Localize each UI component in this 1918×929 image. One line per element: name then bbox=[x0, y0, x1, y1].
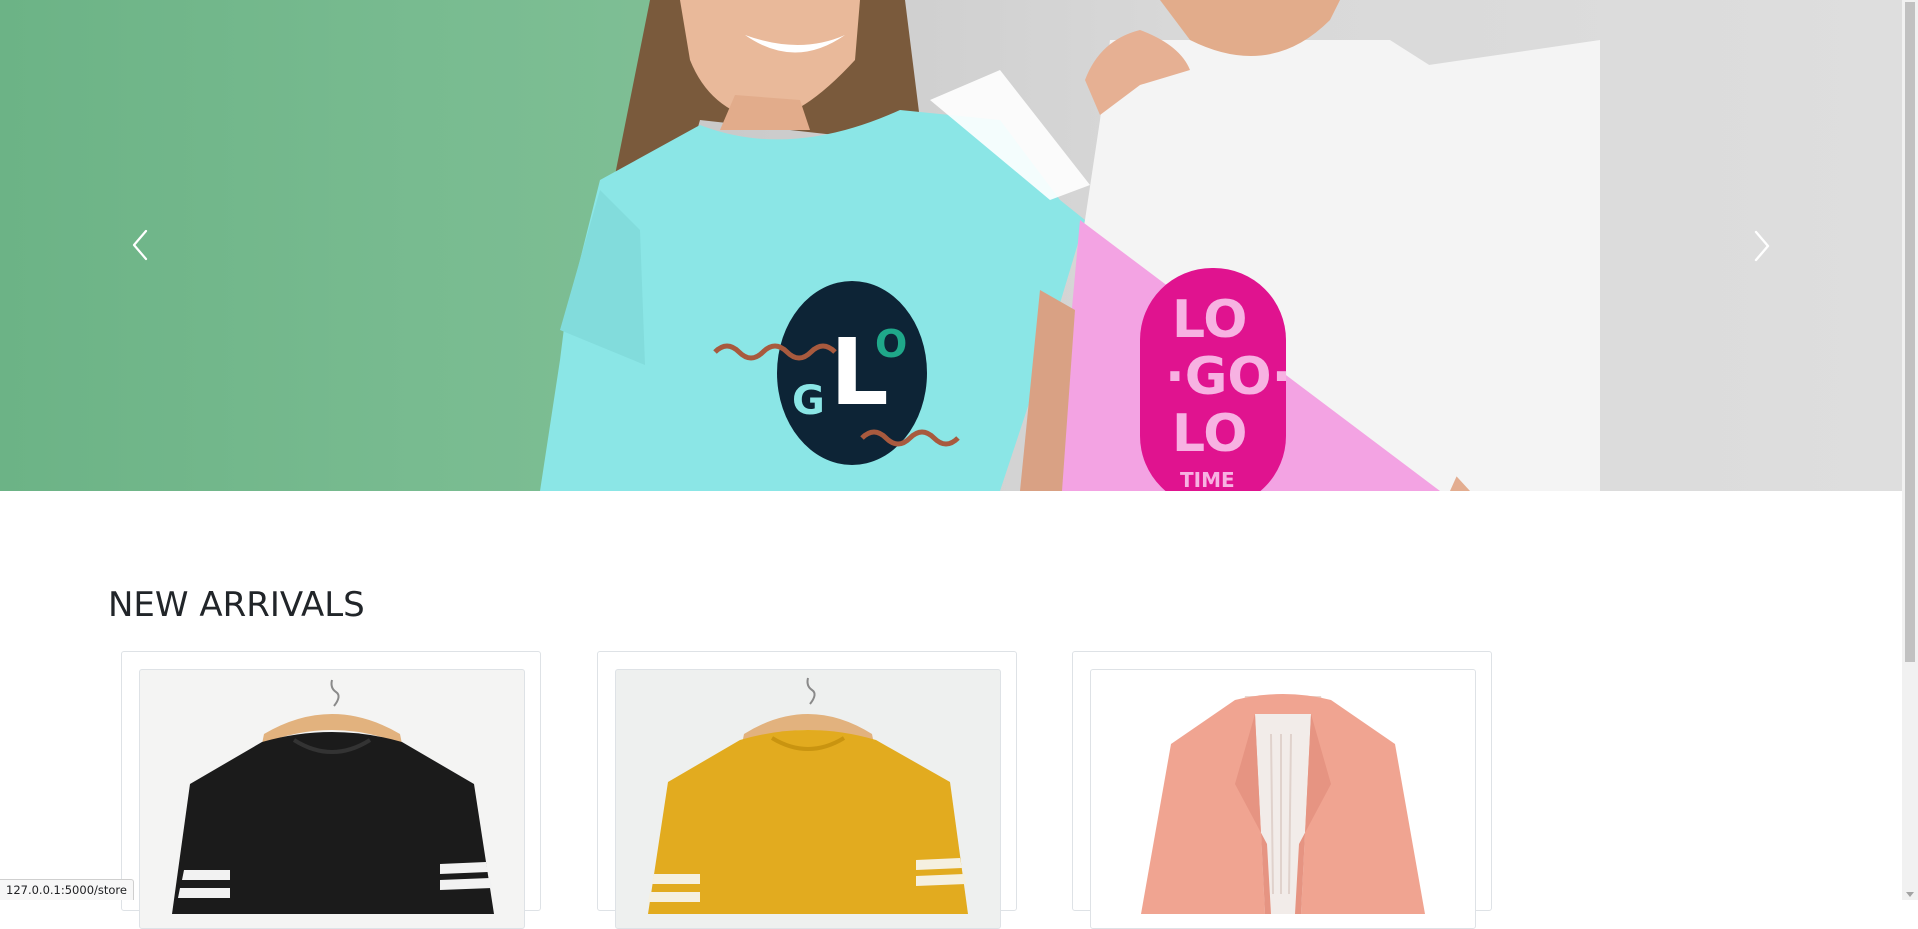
hero-carousel: G L O LO ·GO· LO TIME bbox=[0, 0, 1902, 491]
pink-blazer-image bbox=[1141, 694, 1425, 914]
scroll-down-arrow-icon[interactable] bbox=[1906, 892, 1914, 897]
product-image[interactable] bbox=[1090, 669, 1476, 929]
svg-text:·GO·: ·GO· bbox=[1165, 347, 1291, 407]
chevron-right-icon bbox=[1754, 230, 1770, 261]
mustard-sweatshirt-image bbox=[648, 677, 968, 914]
svg-text:LO: LO bbox=[1172, 290, 1248, 350]
product-image[interactable] bbox=[615, 669, 1001, 929]
svg-text:TIME: TIME bbox=[1180, 468, 1235, 491]
page-scrollbar[interactable] bbox=[1902, 0, 1918, 900]
hero-banner-image: G L O LO ·GO· LO TIME bbox=[540, 0, 1600, 491]
carousel-next-button[interactable] bbox=[1622, 0, 1902, 491]
product-image[interactable] bbox=[139, 669, 525, 929]
black-sweatshirt-image bbox=[172, 679, 494, 914]
product-card[interactable] bbox=[121, 651, 541, 929]
scrollbar-thumb[interactable] bbox=[1905, 2, 1915, 662]
link-status-bar: 127.0.0.1:5000/store bbox=[0, 879, 134, 900]
section-title-new-arrivals: NEW ARRIVALS bbox=[108, 585, 365, 625]
product-card[interactable] bbox=[1072, 651, 1492, 929]
product-card[interactable] bbox=[597, 651, 1017, 929]
chevron-left-icon bbox=[132, 229, 148, 260]
svg-text:O: O bbox=[875, 322, 907, 366]
carousel-prev-button[interactable] bbox=[0, 0, 280, 491]
svg-text:LO: LO bbox=[1172, 404, 1248, 464]
svg-text:G: G bbox=[792, 378, 825, 424]
